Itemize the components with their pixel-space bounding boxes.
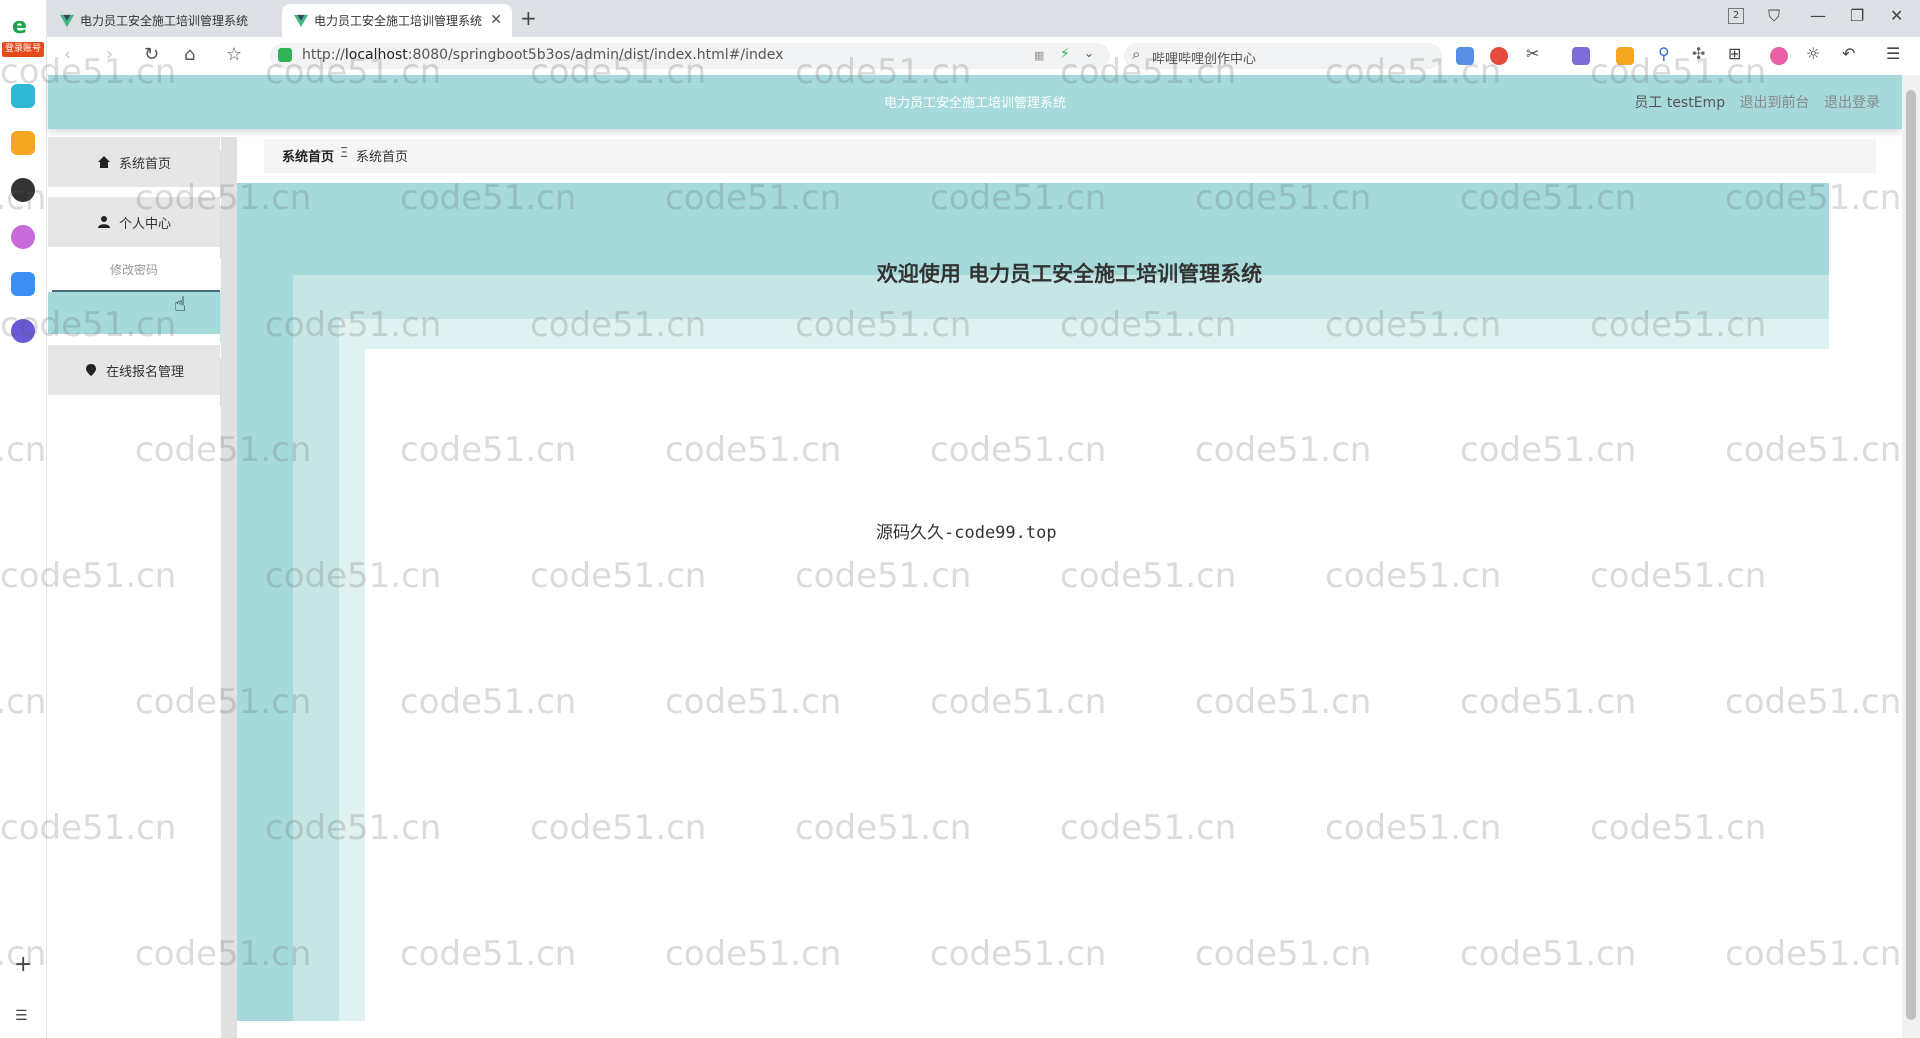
welcome-column-dark xyxy=(237,183,293,1021)
brightness-icon[interactable]: ☼ xyxy=(1806,44,1820,63)
breadcrumb-separator-icon: Ξ xyxy=(340,146,349,161)
tab-label: 电力员工安全施工培训管理系统 xyxy=(314,14,483,28)
menu-icon[interactable]: ☰ xyxy=(1886,44,1900,63)
home-icon xyxy=(97,155,111,169)
browser-tab-2[interactable]: 电力员工安全施工培训管理系统 ✕ xyxy=(282,4,512,37)
browser-logo-icon: e xyxy=(12,14,27,39)
breadcrumb-root[interactable]: 系统首页 xyxy=(282,146,334,165)
welcome-column-mid xyxy=(293,275,339,1021)
user-icon xyxy=(97,215,111,229)
ai-icon-1[interactable] xyxy=(11,225,35,249)
magnifier-icon[interactable]: ⚲ xyxy=(1658,44,1670,63)
location-pin-icon xyxy=(84,363,98,377)
menu-item-label: 个人中心 xyxy=(118,216,171,232)
shirt-icon[interactable]: ⛉ xyxy=(1768,6,1780,26)
search-text[interactable]: 哔哩哔哩创作中心 xyxy=(1152,48,1256,67)
add-icon[interactable]: + xyxy=(14,952,32,977)
restore-icon[interactable]: ❐ xyxy=(1850,6,1864,25)
login-badge[interactable]: 登录账号 xyxy=(2,42,44,57)
new-tab-button[interactable]: + xyxy=(520,6,537,30)
scissors-icon[interactable]: ✂ xyxy=(1526,44,1539,63)
source-footer-text: 源码久久-code99.top xyxy=(876,523,1057,543)
tab-count-badge[interactable]: 2 xyxy=(1728,8,1744,24)
url-text[interactable]: http://localhost:8080/springboot5b3os/ad… xyxy=(302,47,783,63)
sidebar-app-icon-1[interactable] xyxy=(11,84,35,108)
menu-item-online-signup[interactable]: 在线报名管理 xyxy=(48,345,220,395)
user-area: 员工 testEmp 退出到前台 退出登录 xyxy=(1624,92,1880,112)
tab-label: 电力员工安全施工培训管理系统 xyxy=(80,14,249,28)
welcome-title: 欢迎使用 电力员工安全施工培训管理系统 xyxy=(876,262,1263,286)
forward-icon[interactable]: › xyxy=(106,44,113,65)
back-icon[interactable]: ‹ xyxy=(64,44,71,65)
menu-item-personal[interactable]: 个人中心 xyxy=(48,197,220,247)
puzzle-icon[interactable]: ✣ xyxy=(1692,44,1705,63)
close-window-icon[interactable]: ✕ xyxy=(1890,6,1903,25)
list-icon[interactable]: ☰ xyxy=(15,1008,28,1024)
vue-logo-icon xyxy=(294,14,308,27)
hand-cursor-icon: ☝ xyxy=(174,292,187,316)
welcome-card xyxy=(365,349,1829,1021)
favorites-star-icon[interactable] xyxy=(11,131,35,155)
menu-item-label: 系统首页 xyxy=(118,156,171,172)
star-icon[interactable]: ☆ xyxy=(226,44,242,65)
grid-icon[interactable]: ⊞ xyxy=(1728,44,1741,63)
menu-item-home[interactable]: 系统首页 xyxy=(48,137,220,187)
breadcrumb xyxy=(264,139,1876,173)
submenu-change-password[interactable]: 修改密码 xyxy=(48,253,220,287)
shield-ext-icon[interactable] xyxy=(1616,47,1634,65)
logout-link[interactable]: 退出登录 xyxy=(1824,95,1880,111)
browser-tab-1[interactable]: 电力员工安全施工培训管理系统 xyxy=(48,4,278,37)
chat-bot-icon[interactable] xyxy=(11,178,35,202)
to-front-link[interactable]: 退出到前台 xyxy=(1740,95,1810,111)
welcome-column-light xyxy=(339,319,365,1021)
submenu-highlight xyxy=(48,292,220,334)
breadcrumb-current: 系统首页 xyxy=(356,150,409,165)
translate-icon[interactable] xyxy=(1572,47,1590,65)
menu-item-label: 在线报名管理 xyxy=(105,364,184,380)
lightning-icon[interactable]: ⚡ xyxy=(1060,46,1070,62)
welcome-band-light xyxy=(237,319,1829,349)
home-icon[interactable]: ⌂ xyxy=(184,44,195,65)
color-icon[interactable] xyxy=(1770,47,1788,65)
undo-icon[interactable]: ↶ xyxy=(1842,44,1855,63)
search-icon: ⌕ xyxy=(1132,45,1141,63)
robot-icon[interactable] xyxy=(11,319,35,343)
secure-shield-icon xyxy=(278,48,292,62)
chevron-down-icon[interactable]: ⌄ xyxy=(1084,46,1094,60)
browser-sidebar xyxy=(0,0,47,1038)
weibo-icon[interactable] xyxy=(1490,47,1508,65)
ai-icon-2[interactable] xyxy=(11,272,35,296)
qr-icon[interactable]: ▦ xyxy=(1034,49,1044,62)
mail-icon[interactable] xyxy=(1456,47,1474,65)
vue-logo-icon xyxy=(60,14,74,27)
menu-rail xyxy=(221,137,237,1038)
tab-close-icon[interactable]: ✕ xyxy=(490,12,502,28)
user-label: 员工 testEmp xyxy=(1634,95,1726,111)
minimize-icon[interactable]: — xyxy=(1810,6,1826,25)
scrollbar-thumb[interactable] xyxy=(1906,90,1916,1020)
reload-icon[interactable]: ↻ xyxy=(144,44,159,65)
